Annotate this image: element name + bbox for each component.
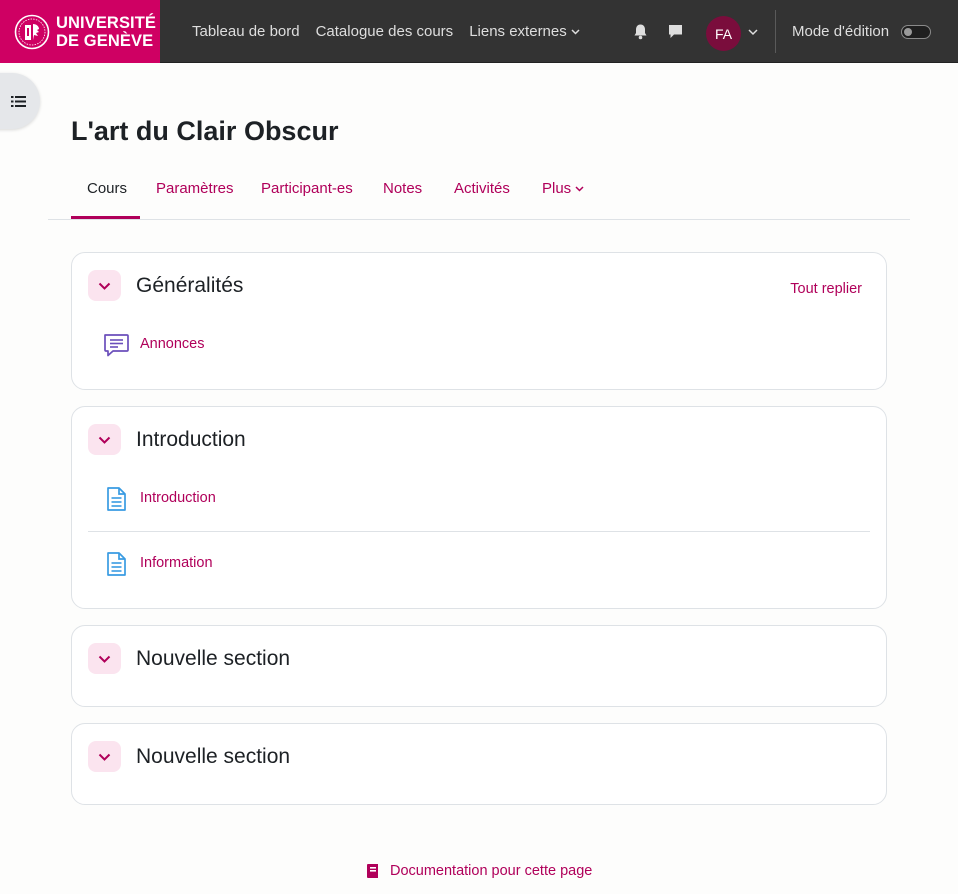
section-title[interactable]: Nouvelle section: [136, 647, 290, 671]
bell-icon[interactable]: [632, 23, 649, 40]
top-navbar: UNIVERSITÉ DE GENÈVE Tableau de bord Cat…: [0, 0, 958, 63]
activity-link[interactable]: Annonces: [140, 336, 205, 352]
tab-activities[interactable]: Activités: [454, 180, 510, 197]
book-icon: [367, 864, 378, 878]
chevron-down-icon: [575, 186, 584, 192]
tab-grades[interactable]: Notes: [383, 180, 422, 197]
chevron-down-icon[interactable]: [748, 28, 758, 36]
documentation-link-label: Documentation pour cette page: [390, 863, 593, 879]
nav-link-external-links[interactable]: Liens externes: [469, 23, 580, 40]
chevron-down-icon: [98, 655, 111, 663]
nav-link-catalog[interactable]: Catalogue des cours: [316, 23, 454, 40]
section-title[interactable]: Introduction: [136, 428, 246, 452]
section-collapse-button[interactable]: [88, 643, 121, 674]
activity-item: Information: [88, 536, 870, 592]
section-title[interactable]: Nouvelle section: [136, 745, 290, 769]
edit-mode-toggle[interactable]: [901, 25, 931, 39]
page-icon: [107, 487, 126, 511]
seal-icon: [14, 14, 50, 49]
chevron-down-icon: [98, 753, 111, 761]
nav-link-dashboard[interactable]: Tableau de bord: [192, 23, 300, 40]
active-tab-indicator: [71, 216, 140, 219]
tab-settings[interactable]: Paramètres: [156, 180, 234, 197]
section-collapse-button[interactable]: [88, 270, 121, 301]
tab-more-label: Plus: [542, 180, 572, 197]
course-section: Nouvelle section: [71, 625, 887, 707]
section-collapse-button[interactable]: [88, 424, 121, 455]
forum-icon: [104, 334, 129, 357]
activity-item: Introduction: [88, 471, 870, 527]
brand-line-1: UNIVERSITÉ: [56, 13, 157, 32]
chevron-down-icon: [98, 282, 111, 290]
section-title[interactable]: Généralités: [136, 274, 243, 298]
brand-line-2: DE GENÈVE: [56, 31, 154, 50]
activity-divider: [88, 531, 870, 532]
page-title: L'art du Clair Obscur: [71, 116, 339, 146]
chevron-down-icon: [98, 436, 111, 444]
activity-link[interactable]: Information: [140, 555, 213, 571]
documentation-link[interactable]: Documentation pour cette page: [366, 863, 592, 879]
edit-mode-label: Mode d'édition: [792, 23, 890, 40]
tab-course[interactable]: Cours: [87, 180, 127, 197]
user-avatar[interactable]: FA: [706, 16, 741, 51]
tab-more[interactable]: Plus: [542, 180, 584, 197]
activity-link[interactable]: Introduction: [140, 490, 216, 506]
nav-link-external-links-label: Liens externes: [469, 23, 567, 40]
collapse-all-link[interactable]: Tout replier: [790, 281, 862, 297]
section-collapse-button[interactable]: [88, 741, 121, 772]
toggle-knob: [904, 28, 912, 36]
list-icon: [11, 96, 26, 107]
course-section: Introduction Introduction Information: [71, 406, 887, 609]
course-index-toggle[interactable]: [0, 73, 40, 129]
activity-item: Annonces: [88, 317, 870, 373]
university-logo[interactable]: UNIVERSITÉ DE GENÈVE: [0, 0, 160, 63]
chat-icon[interactable]: [667, 23, 684, 40]
nav-divider: [775, 10, 776, 53]
chevron-down-icon: [571, 29, 580, 35]
course-section: Généralités Tout replier Annonces: [71, 252, 887, 390]
page-icon: [107, 552, 126, 576]
course-tabs: Cours Paramètres Participant-es Notes Ac…: [48, 164, 910, 220]
tab-participants[interactable]: Participant-es: [261, 180, 353, 197]
course-section: Nouvelle section: [71, 723, 887, 805]
